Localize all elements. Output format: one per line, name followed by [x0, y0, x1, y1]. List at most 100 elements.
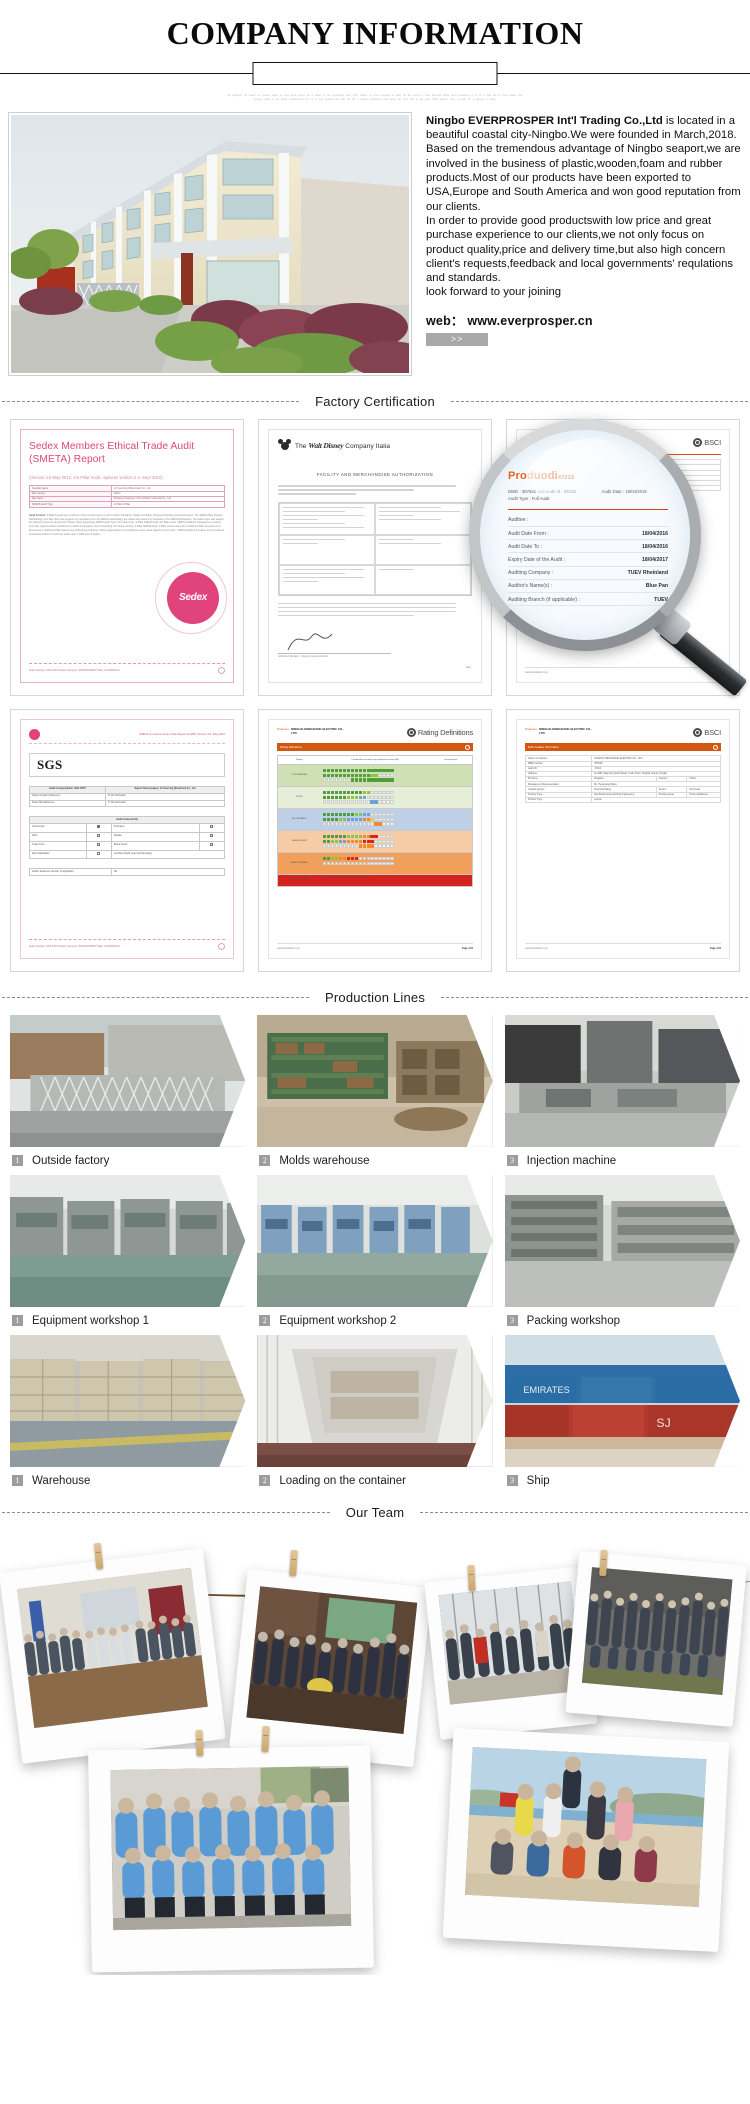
- production-label: Ship: [526, 1474, 550, 1487]
- production-label: Molds warehouse: [279, 1154, 370, 1167]
- website-line: web： www.everprosper.cn: [426, 314, 742, 328]
- checkbox-icon[interactable]: [97, 834, 101, 838]
- production-cell-loading-container[interactable]: 2 Loading on the container: [257, 1334, 493, 1487]
- bsci-rating-logo: Rating Definitions: [406, 727, 473, 738]
- sgs-cond-rck0[interactable]: [198, 823, 226, 833]
- chip-row: [322, 844, 428, 848]
- bsci-bar-title-2: Main Auditee Information: [528, 745, 559, 750]
- bsci-table-1: Name of producer : NINGHAI HENGXIANG ELEC…: [524, 459, 721, 492]
- bsci-header-2: Producer : NINGHAI HENGXIANG ELECTRIC CO…: [525, 727, 721, 738]
- sgs-cond-rck2[interactable]: [198, 840, 226, 851]
- bsci-rating-logo-text: Rating Definitions: [417, 727, 473, 737]
- bsci-footer-page-1: Page 1/12: [709, 671, 721, 675]
- team-photo-1[interactable]: [0, 1548, 226, 1764]
- chip-row: [322, 812, 428, 817]
- bsci-rating-producer-label: Producer :: [277, 726, 291, 731]
- disney-field-lines: [278, 485, 472, 495]
- team-photo-5[interactable]: [88, 1745, 374, 1973]
- sedex-badge-text: Sedex: [179, 592, 207, 604]
- intro-paragraph-2: Based on the tremendous advantage of Nin…: [426, 143, 741, 213]
- production-cell-warehouse[interactable]: 1 Warehouse: [10, 1334, 246, 1487]
- photo-molds-warehouse: [257, 1014, 493, 1147]
- table-row: INSUFFICIENT: [278, 831, 472, 854]
- sedex-body-content: A SMETA audit was conducted which includ…: [29, 513, 225, 536]
- table-row: Product Type : Lamps: [524, 796, 721, 804]
- certificate-sgs-capr[interactable]: SMETA Corrective Action Plan Report (CAP…: [10, 708, 244, 972]
- website-url[interactable]: www.everprosper.cn: [467, 314, 592, 328]
- sgs-conducted-title: Audit Conducted By: [29, 816, 225, 825]
- production-cell-ship[interactable]: EMIRATES SJ 3 Ship: [504, 1334, 740, 1487]
- website-label: web：: [426, 313, 464, 328]
- caption-warehouse: 1 Warehouse: [10, 1475, 245, 1487]
- sgs-header-note: SMETA Corrective Action Plan Report (CAP…: [139, 732, 225, 737]
- bsci-document-1: Producer : NINGHAI HENGXIANG ELECTRIC CO…: [516, 428, 730, 683]
- caption-injection-machine: 3 Injection machine: [505, 1155, 740, 1167]
- caption-outside-factory: 1 Outside factory: [10, 1155, 245, 1167]
- production-cell-molds-warehouse[interactable]: 2 Molds warehouse: [257, 1014, 493, 1167]
- sedex-body-text: Audit Content: A SMETA audit was conduct…: [29, 514, 225, 537]
- rating-conseq-e: [429, 853, 472, 874]
- certificate-bsci-audit-1[interactable]: Producer : NINGHAI HENGXIANG ELECTRIC CO…: [506, 418, 740, 696]
- rating-chips-e: [321, 853, 430, 874]
- intro-paragraph-1: Ningbo EVERPROSPER Int'l Trading Co.,Ltd…: [426, 114, 742, 143]
- sgs-auditor-ref-value: NA: [110, 868, 226, 877]
- ship-illustration: EMIRATES SJ: [504, 1334, 740, 1467]
- bsci-logo-2: BSCI: [693, 727, 721, 738]
- doc-line: [278, 610, 457, 613]
- photo-warehouse: [10, 1334, 246, 1467]
- chip-row: [322, 773, 428, 777]
- certificate-bsci-auditee-info[interactable]: Producer : NINGHAI HENGXIANG ELECTRIC CO…: [506, 708, 740, 972]
- production-label: Equipment workshop 1: [32, 1314, 149, 1327]
- production-cell-equipment-workshop-1[interactable]: 1 Equipment workshop 1: [10, 1174, 246, 1327]
- doc-line: [283, 580, 319, 583]
- disney-legal-lines: [278, 602, 472, 617]
- clothespin-6: [261, 1725, 270, 1753]
- team-photo-2[interactable]: [229, 1568, 432, 1768]
- sgs-header: SMETA Corrective Action Plan Report (CAP…: [29, 728, 225, 740]
- sgs-cond-lck2[interactable]: [85, 840, 112, 851]
- equipment-workshop-2-illustration: [257, 1174, 493, 1307]
- certificate-disney-authorization[interactable]: The Walt Disney Company Italia FACILITY …: [258, 418, 492, 696]
- bsci-rating-document: Producer : NINGHAI HENGXIANG ELECTRIC CO…: [268, 718, 482, 959]
- team-photo-6[interactable]: [442, 1727, 730, 1952]
- production-cell-outside-factory[interactable]: 1 Outside factory: [10, 1014, 246, 1167]
- caption-loading-container: 2 Loading on the container: [257, 1475, 492, 1487]
- more-button[interactable]: >>: [426, 333, 488, 347]
- dash-right: [441, 996, 749, 998]
- sgs-cond-lck1[interactable]: [85, 831, 112, 842]
- certificate-sedex-smeta[interactable]: Sedex Members Ethical Trade Audit (SMETA…: [10, 418, 244, 696]
- sedex-info-table: Supplier name LF Sourcing (Shenzhen) Co.,…: [29, 485, 226, 508]
- sgs-cond-l0: Commercial: [29, 823, 87, 833]
- checkbox-icon[interactable]: [97, 825, 101, 829]
- production-cell-injection-machine[interactable]: 3 Injection machine: [504, 1014, 740, 1167]
- table-row: GOOD: [278, 787, 472, 810]
- table-row: Rating Combination of ratings by perform…: [278, 756, 472, 766]
- production-cell-equipment-workshop-2[interactable]: 2 Equipment workshop 2: [257, 1174, 493, 1327]
- checkbox-icon[interactable]: [210, 825, 214, 829]
- disney-sign-label: Authorized Signatory - Disney Licensing …: [278, 656, 328, 659]
- sedex-dot-icon: [29, 728, 40, 740]
- sedex-title: Sedex Members Ethical Trade Audit (SMETA…: [29, 440, 195, 465]
- disney-signature: [278, 630, 472, 652]
- disney-logo: The Walt Disney Company Italia: [278, 438, 472, 452]
- rating-chips-b: [321, 787, 430, 808]
- team-photo-3-image: [438, 1581, 583, 1705]
- team-photo-4[interactable]: [565, 1550, 747, 1727]
- table-row: Management Representative : Mr. Hengxiang…: [524, 485, 721, 492]
- disney-date-label: Date :: [465, 666, 472, 669]
- doc-line: [379, 506, 441, 509]
- certificate-bsci-rating-definitions[interactable]: Producer : NINGHAI HENGXIANG ELECTRIC CO…: [258, 708, 492, 972]
- sgs-cond-rck1[interactable]: [198, 831, 226, 842]
- checkbox-icon[interactable]: [210, 834, 214, 838]
- doc-line: [278, 485, 457, 487]
- sgs-cond-lck0[interactable]: [85, 823, 112, 833]
- signature-scribble-icon: [287, 633, 333, 651]
- production-cell-packing-workshop[interactable]: 3 Packing workshop: [504, 1174, 740, 1327]
- checkbox-icon[interactable]: [97, 851, 101, 855]
- checkbox-icon[interactable]: [97, 842, 101, 846]
- sgs-cond-r1: Retailer: [110, 831, 200, 842]
- table-row: ACCEPTABLE: [278, 809, 472, 832]
- certificates-area: Sedex Members Ethical Trade Audit (SMETA…: [0, 418, 750, 972]
- sgs-cond-lck3[interactable]: [85, 849, 112, 860]
- checkbox-icon[interactable]: [210, 842, 214, 846]
